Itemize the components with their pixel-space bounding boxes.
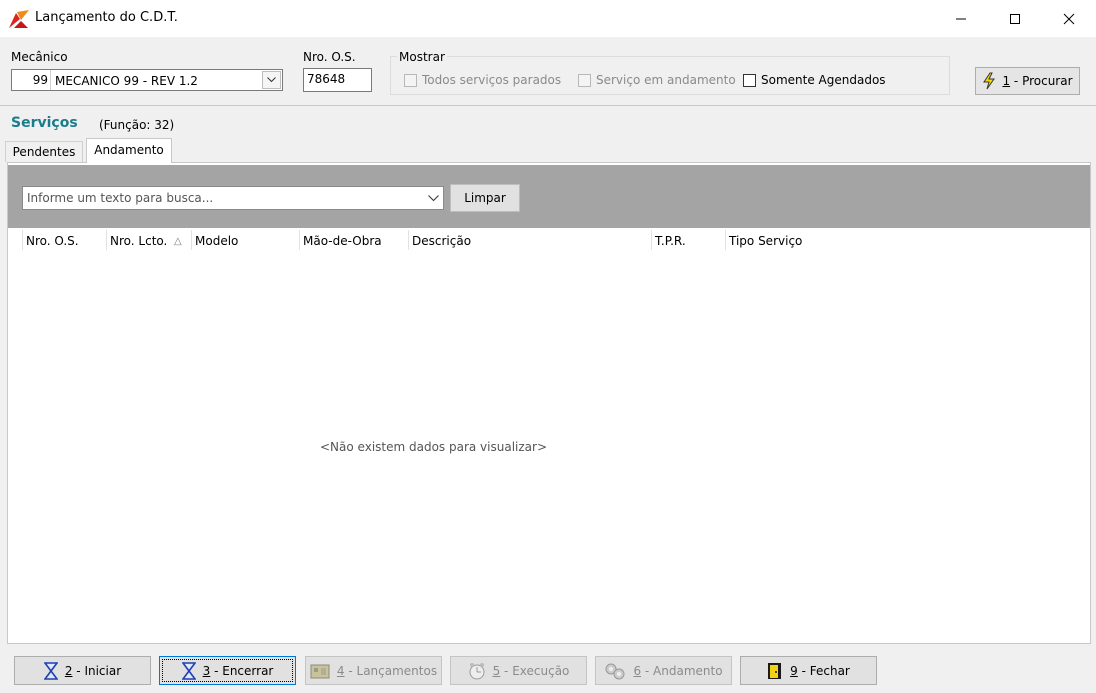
maximize-button[interactable] <box>992 0 1038 37</box>
lancamentos-button[interactable]: 4 - Lançamentos <box>305 656 442 685</box>
os-label: Nro. O.S. <box>303 50 356 64</box>
fechar-button[interactable]: 9 - Fechar <box>740 656 877 685</box>
gears-icon <box>605 663 625 679</box>
section-title: Serviços <box>11 115 78 131</box>
search-placeholder: Informe um texto para busca... <box>27 191 214 205</box>
column-divider <box>651 230 652 250</box>
iniciar-button[interactable]: 2 - Iniciar <box>14 656 151 685</box>
mecanico-code: 99 <box>32 73 48 87</box>
column-divider <box>299 230 300 250</box>
os-number-field[interactable]: 78648 <box>303 68 372 92</box>
fechar-label: - Fechar <box>797 663 850 678</box>
mecanico-label: Mecânico <box>11 50 68 64</box>
todos-parados-checkbox[interactable] <box>404 74 417 87</box>
tab-andamento[interactable]: Andamento <box>86 138 172 163</box>
servico-andamento-checkbox[interactable] <box>578 74 591 87</box>
app-logo-icon <box>9 10 29 28</box>
maximize-icon <box>1010 13 1020 24</box>
column-divider <box>106 230 107 250</box>
window-title: Lançamento do C.D.T. <box>35 10 178 25</box>
tab-pendentes[interactable]: Pendentes <box>5 141 83 162</box>
minimize-icon <box>956 18 966 19</box>
column-header-modelo[interactable]: Modelo <box>195 234 238 248</box>
toolbox-icon <box>310 664 330 678</box>
column-header-tpr[interactable]: T.P.R. <box>655 234 686 248</box>
chevron-down-icon[interactable] <box>428 192 439 204</box>
servico-andamento-label: Serviço em andamento <box>596 73 736 87</box>
andamento-key: 6 <box>633 663 642 678</box>
andamento-button[interactable]: 6 - Andamento <box>595 656 732 685</box>
andamento-label: - Andamento <box>641 663 723 678</box>
todos-parados-label: Todos serviços parados <box>422 73 562 87</box>
fechar-key: 9 <box>790 663 798 678</box>
somente-agendados-checkbox[interactable] <box>743 74 756 87</box>
somente-agendados-label: Somente Agendados <box>761 73 886 87</box>
column-divider <box>22 230 23 250</box>
procurar-button[interactable]: 1 - Procurar <box>975 67 1080 95</box>
iniciar-label: - Iniciar <box>72 663 122 678</box>
mecanico-name: MECANICO 99 - REV 1.2 <box>55 74 198 88</box>
procurar-key: 1 <box>1002 74 1011 88</box>
column-header-tipo-servico[interactable]: Tipo Serviço <box>729 234 802 248</box>
column-header-nro-lcto[interactable]: Nro. Lcto. <box>110 234 167 248</box>
lancamentos-label: - Lançamentos <box>344 663 438 678</box>
close-button[interactable] <box>1046 0 1092 37</box>
close-icon <box>1063 13 1075 24</box>
mecanico-select[interactable]: 99 MECANICO 99 - REV 1.2 <box>11 69 283 91</box>
mecanico-divider <box>50 70 51 90</box>
execucao-button[interactable]: 5 - Execução <box>450 656 587 685</box>
column-header-nro-os[interactable]: Nro. O.S. <box>26 234 79 248</box>
limpar-button[interactable]: Limpar <box>450 184 520 212</box>
minimize-button[interactable] <box>938 0 984 37</box>
search-input[interactable]: Informe um texto para busca... <box>22 186 444 210</box>
lancamentos-key: 4 <box>336 663 345 678</box>
funcao-label: (Função: 32) <box>99 118 175 132</box>
tab-panel <box>7 162 1091 644</box>
encerrar-button[interactable]: 3 - Encerrar <box>159 656 296 685</box>
mostrar-label: Mostrar <box>397 50 447 64</box>
execucao-label: - Execução <box>500 663 570 678</box>
exit-door-icon <box>768 662 782 679</box>
column-divider <box>191 230 192 250</box>
clock-icon <box>469 662 485 679</box>
column-divider <box>408 230 409 250</box>
section-divider <box>0 105 1096 106</box>
sort-ascending-icon: △ <box>174 236 182 247</box>
hourglass-icon <box>181 661 196 680</box>
procurar-label: - Procurar <box>1010 74 1073 88</box>
column-header-mao-de-obra[interactable]: Mão-de-Obra <box>303 234 382 248</box>
lightning-icon <box>983 72 996 90</box>
encerrar-label: - Encerrar <box>210 663 274 678</box>
empty-message: <Não existem dados para visualizar> <box>320 440 548 454</box>
column-divider <box>725 230 726 250</box>
chevron-down-icon[interactable] <box>262 71 281 89</box>
column-header-descricao[interactable]: Descrição <box>412 234 471 248</box>
hourglass-icon <box>43 661 58 680</box>
